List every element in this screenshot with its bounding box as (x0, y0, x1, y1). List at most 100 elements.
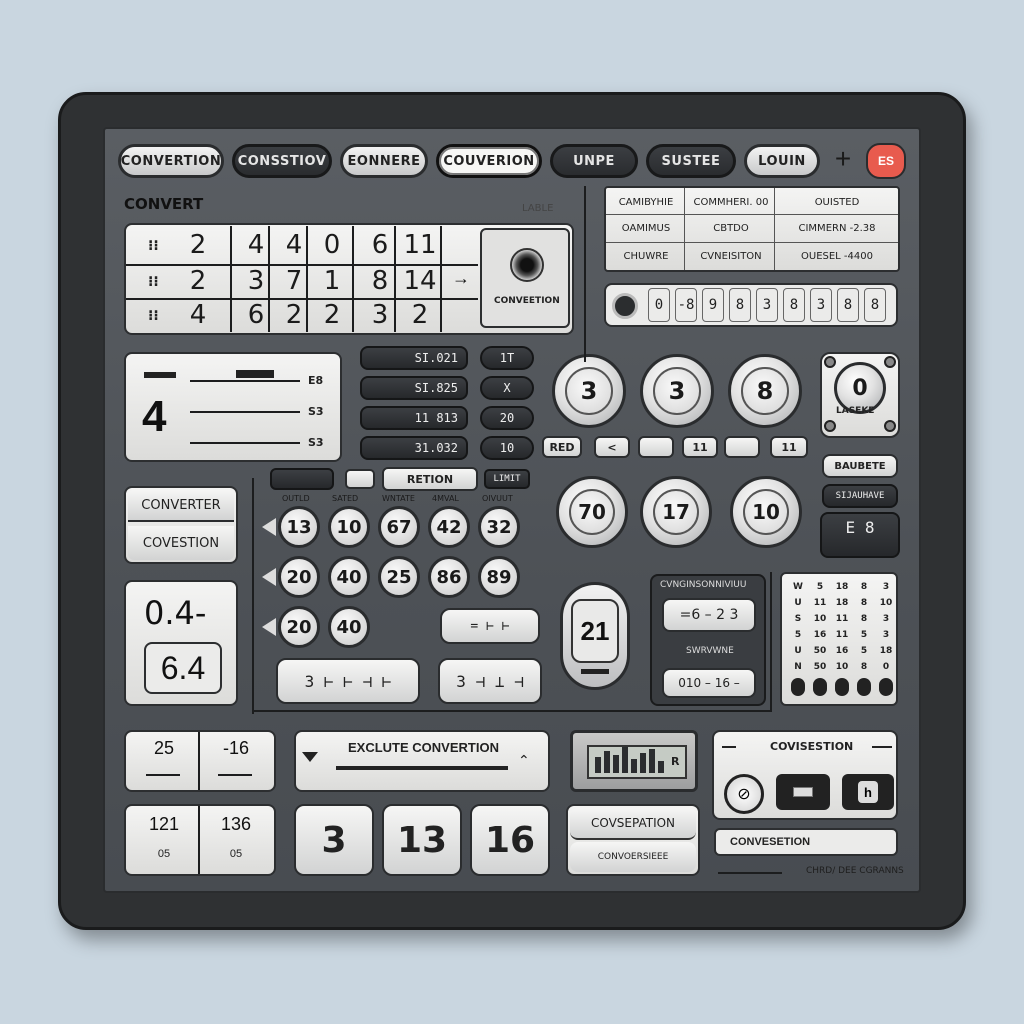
strip-value[interactable]: 8 (783, 288, 805, 322)
circle-button[interactable]: 67 (378, 506, 420, 548)
graph-display[interactable]: R (570, 730, 698, 792)
switch-a[interactable]: = ⊢ ⊢ (440, 608, 540, 644)
grid-cell[interactable]: 2 (178, 228, 218, 262)
readout-tag[interactable]: X (480, 376, 534, 400)
camera-panel[interactable]: CONVEETION (480, 228, 570, 328)
circle-button[interactable]: 40 (328, 556, 370, 598)
strip-knob-icon[interactable] (612, 293, 638, 319)
covsepation-button[interactable]: COVSEPATION (570, 808, 696, 840)
switch-b[interactable]: 3 ⊢ ⊢ ⊣ ⊢ (276, 658, 420, 704)
mixer-knob-icon[interactable] (857, 678, 871, 696)
tab-7[interactable]: LOUIN (744, 144, 820, 178)
side-button[interactable]: BAUBETE (822, 454, 898, 478)
readout-tag[interactable]: 20 (480, 406, 534, 430)
big-number[interactable]: 16 (470, 804, 550, 876)
mini-key[interactable] (724, 436, 760, 458)
convesetion-field[interactable]: CONVESETION (714, 828, 898, 856)
strip-value[interactable]: 3 (756, 288, 778, 322)
ration-left-button[interactable] (270, 468, 334, 490)
side-button[interactable]: SIJAUHAVE (822, 484, 898, 508)
tab-1[interactable]: CONVERTION (118, 144, 224, 178)
bl-top-value[interactable]: -16 (202, 738, 270, 760)
circle-button[interactable]: 20 (278, 606, 320, 648)
circle-button[interactable]: 13 (278, 506, 320, 548)
dial-top[interactable]: 3 (640, 354, 714, 428)
bl-top-value[interactable]: 25 (130, 738, 198, 760)
conv-value-2[interactable]: 010 – 16 – (662, 668, 756, 698)
strip-value[interactable]: 0 (648, 288, 670, 322)
grid-cell[interactable]: 2 (178, 264, 218, 298)
circle-button[interactable]: 40 (328, 606, 370, 648)
ration-small-button[interactable] (345, 469, 375, 489)
tab-4[interactable]: COUVERION (436, 144, 542, 178)
hand-icon[interactable]: h (842, 774, 894, 810)
strip-value[interactable]: 8 (837, 288, 859, 322)
grid-cell[interactable]: 2 (312, 298, 352, 332)
conv-value-1[interactable]: =6 – 2 3 (662, 598, 756, 632)
switch-c[interactable]: 3 ⊣ ⊥ ⊣ (438, 658, 542, 704)
grid-cell[interactable]: 4 (178, 298, 218, 332)
strip-value[interactable]: 9 (702, 288, 724, 322)
grid-cell[interactable]: 0 (312, 228, 352, 262)
strip-value[interactable]: -8 (675, 288, 697, 322)
mini-key[interactable]: 11 (682, 436, 718, 458)
tab-6[interactable]: SUSTEE (646, 144, 736, 178)
circle-button[interactable]: 10 (328, 506, 370, 548)
convoersieee-button[interactable]: CONVOERSIEEE (570, 842, 696, 872)
capsule-display[interactable]: 21 (560, 582, 630, 690)
readout-tag[interactable]: 10 (480, 436, 534, 460)
strip-value[interactable]: 3 (810, 288, 832, 322)
circle-button[interactable]: 20 (278, 556, 320, 598)
grid-cell[interactable]: 2 (274, 298, 314, 332)
tab-2[interactable]: CONSSTIOV (232, 144, 332, 178)
mixer-knob-icon[interactable] (879, 678, 893, 696)
close-button[interactable]: ES (866, 143, 906, 179)
strip-value[interactable]: 8 (729, 288, 751, 322)
grid-cell[interactable]: 7 (274, 264, 314, 298)
dial-mid[interactable]: 10 (730, 476, 802, 548)
grid-cell[interactable]: 6 (236, 298, 276, 332)
grid-cell[interactable]: 14 (400, 264, 440, 298)
circle-button[interactable]: 32 (478, 506, 520, 548)
covestion-button[interactable]: COVESTION (128, 526, 234, 560)
dial-top[interactable]: 3 (552, 354, 626, 428)
plus-icon[interactable]: + (830, 143, 856, 174)
mini-key[interactable]: < (594, 436, 630, 458)
circle-button[interactable]: 42 (428, 506, 470, 548)
mini-key[interactable] (638, 436, 674, 458)
bl-top-dash (218, 774, 252, 776)
grid-cell[interactable]: 2 (400, 298, 440, 332)
big-number[interactable]: 3 (294, 804, 374, 876)
tab-3[interactable]: EONNERE (340, 144, 428, 178)
menu-icon[interactable] (776, 774, 830, 810)
converter-button[interactable]: CONVERTER (128, 490, 234, 522)
circle-button[interactable]: 86 (428, 556, 470, 598)
bl-bottom-value[interactable]: 121 (130, 814, 198, 835)
grid-cell[interactable]: 3 (236, 264, 276, 298)
strip-value[interactable]: 8 (864, 288, 886, 322)
ration-button[interactable]: RETION (382, 467, 478, 491)
target-icon[interactable]: ⊘ (724, 774, 764, 814)
mini-key[interactable]: 11 (770, 436, 808, 458)
grid-cell[interactable]: 1 (312, 264, 352, 298)
circle-button[interactable]: 89 (478, 556, 520, 598)
big-number[interactable]: 13 (382, 804, 462, 876)
mixer-knob-icon[interactable] (835, 678, 849, 696)
mini-key[interactable]: RED (542, 436, 582, 458)
grid-cell[interactable]: 4 (236, 228, 276, 262)
dial-top[interactable]: 8 (728, 354, 802, 428)
dial-mid[interactable]: 17 (640, 476, 712, 548)
bl-bottom-value[interactable]: 136 (202, 814, 270, 835)
execute-slider-track[interactable] (336, 766, 508, 770)
mixer-knob-icon[interactable] (813, 678, 827, 696)
grid-vline (306, 226, 308, 332)
limit-button[interactable]: LIMIT (484, 469, 530, 489)
mixer-knob-icon[interactable] (791, 678, 805, 696)
circle-button[interactable]: 25 (378, 556, 420, 598)
grid-cell[interactable]: 11 (400, 228, 440, 262)
dial-mid[interactable]: 70 (556, 476, 628, 548)
mixer-value: 5 (860, 630, 868, 640)
readout-tag[interactable]: 1T (480, 346, 534, 370)
tab-5[interactable]: UNPE (550, 144, 638, 178)
grid-cell[interactable]: 4 (274, 228, 314, 262)
